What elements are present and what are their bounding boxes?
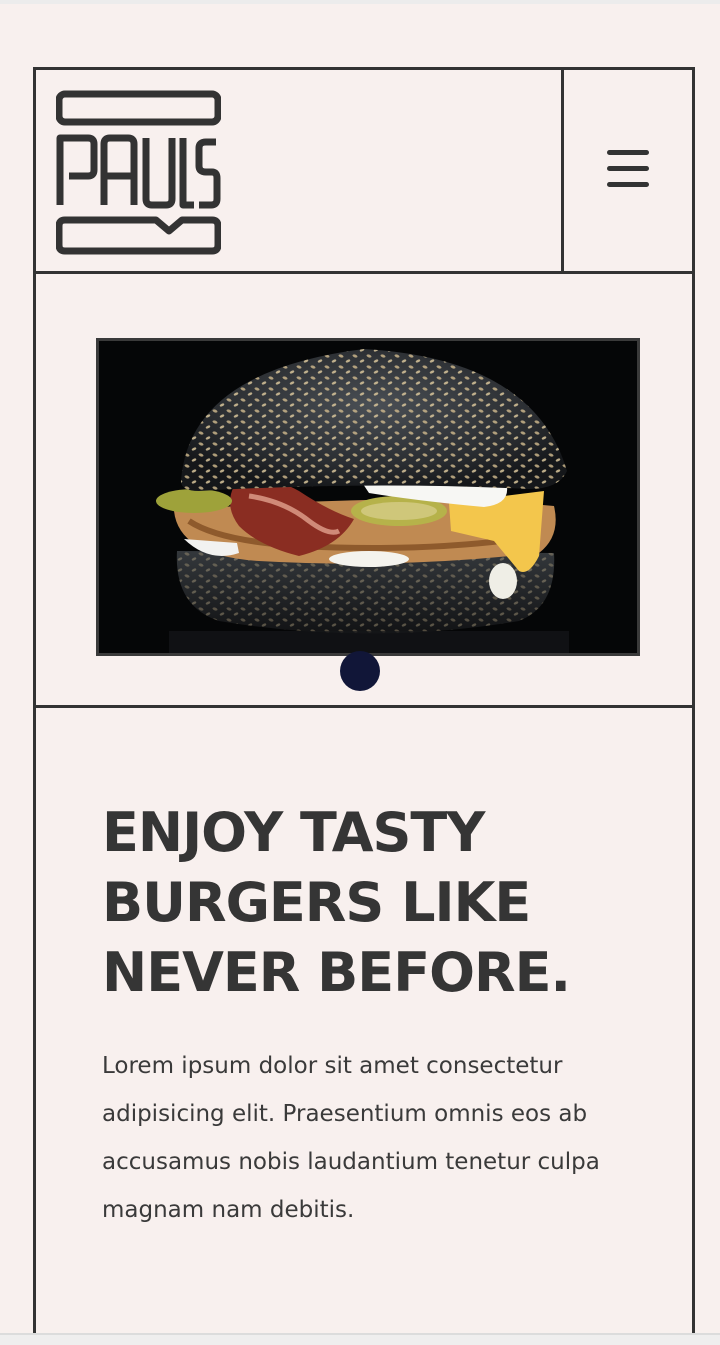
bottom-divider [0,1333,720,1345]
burger-image [96,338,640,656]
logo-cell [36,70,564,271]
top-divider [0,0,720,4]
page-headline: ENJOY TASTY BURGERS LIKE NEVER BEFORE. [102,801,571,1004]
page: ENJOY TASTY BURGERS LIKE NEVER BEFORE. L… [0,0,720,1345]
hero-carousel [36,274,692,708]
menu-cell [564,70,692,271]
site-frame: ENJOY TASTY BURGERS LIKE NEVER BEFORE. L… [33,67,695,1333]
hamburger-menu-icon[interactable] [604,148,652,192]
pauls-logo[interactable] [55,90,222,255]
burger-illustration [99,341,637,653]
intro-paragraph: Lorem ipsum dolor sit amet consectetur a… [102,1053,600,1223]
site-header [36,70,692,274]
pauls-logo-icon [55,90,222,255]
intro-section: ENJOY TASTY BURGERS LIKE NEVER BEFORE. L… [36,708,692,1336]
carousel-dot-active[interactable] [340,651,380,691]
